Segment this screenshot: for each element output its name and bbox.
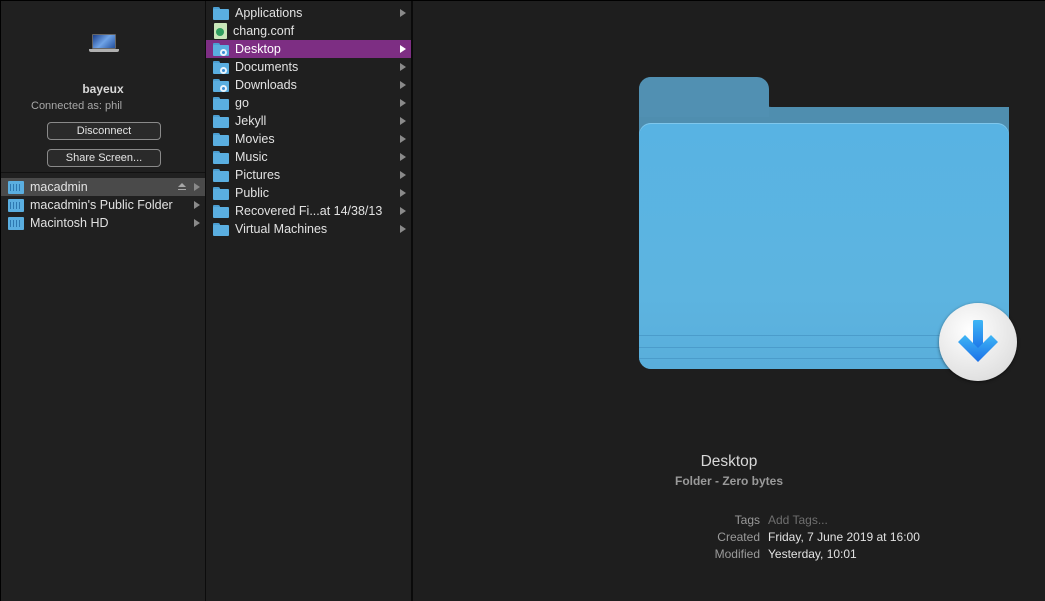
file-item-desktop[interactable]: Desktop [206, 40, 411, 58]
share-screen-button[interactable]: Share Screen... [47, 149, 161, 167]
disclosure-arrow-icon [194, 219, 200, 227]
file-item-chang-conf[interactable]: chang.conf [206, 22, 411, 40]
file-label: Recovered Fi...at 14/38/13 [235, 204, 383, 218]
disclosure-arrow-icon [400, 225, 406, 233]
laptop-icon [89, 34, 119, 54]
file-label: Music [235, 150, 268, 164]
file-label: Movies [235, 132, 275, 146]
file-item-downloads[interactable]: Downloads [206, 76, 411, 94]
volume-item-macadmin[interactable]: macadmin [1, 178, 205, 196]
disclosure-arrow-icon [400, 45, 406, 53]
disclosure-arrow-icon [400, 99, 406, 107]
conf-file-icon [214, 23, 227, 39]
volume-item-macintosh-hd[interactable]: Macintosh HD [1, 214, 205, 232]
downloads-folder-icon [213, 78, 229, 92]
folder-icon [213, 150, 229, 164]
file-label: Virtual Machines [235, 222, 328, 236]
disclosure-arrow-icon [400, 171, 406, 179]
server-name: bayeux [82, 82, 124, 96]
created-row: Created Friday, 7 June 2019 at 16:00 [683, 528, 920, 545]
file-item-documents[interactable]: Documents [206, 58, 411, 76]
column-files: Applications chang.conf Desktop Document… [205, 1, 411, 601]
volume-label: Macintosh HD [30, 216, 109, 230]
server-share-icon [8, 216, 24, 230]
disclosure-arrow-icon [400, 207, 406, 215]
folder-icon [213, 6, 229, 20]
folder-icon [213, 114, 229, 128]
download-arrow-icon [939, 303, 1017, 381]
file-label: Downloads [235, 78, 297, 92]
tags-row: Tags Add Tags... [683, 511, 920, 528]
tags-label: Tags [734, 512, 760, 527]
volume-label: macadmin [30, 180, 88, 194]
disconnect-button[interactable]: Disconnect [47, 122, 161, 140]
file-label: go [235, 96, 249, 110]
folder-icon [213, 186, 229, 200]
disclosure-arrow-icon [400, 9, 406, 17]
disclosure-arrow-icon [400, 153, 406, 161]
preview-metadata: Tags Add Tags... Created Friday, 7 June … [683, 511, 920, 562]
file-label: Desktop [235, 42, 281, 56]
disclosure-arrow-icon [400, 189, 406, 197]
volume-label: macadmin's Public Folder [30, 198, 173, 212]
disclosure-arrow-icon [400, 63, 406, 71]
folder-icon [213, 96, 229, 110]
folder-icon [213, 132, 229, 146]
desktop-folder-icon [213, 42, 229, 56]
file-label: Jekyll [235, 114, 267, 128]
disclosure-arrow-icon [400, 117, 406, 125]
created-value: Friday, 7 June 2019 at 16:00 [768, 529, 920, 544]
folder-icon [213, 168, 229, 182]
file-label: chang.conf [233, 24, 295, 38]
eject-icon[interactable] [178, 183, 186, 191]
file-item-go[interactable]: go [206, 94, 411, 112]
documents-folder-icon [213, 60, 229, 74]
disclosure-arrow-icon [400, 135, 406, 143]
server-share-icon [8, 198, 24, 212]
file-item-virtual-machines[interactable]: Virtual Machines [206, 220, 411, 238]
add-tags-field[interactable]: Add Tags... [768, 513, 828, 527]
created-label: Created [717, 529, 760, 544]
preview-pane: Desktop Folder - Zero bytes Tags Add Tag… [411, 1, 1045, 601]
preview-file-name: Desktop [700, 453, 758, 470]
file-item-jekyll[interactable]: Jekyll [206, 112, 411, 130]
file-label: Documents [235, 60, 299, 74]
modified-label: Modified [714, 546, 760, 561]
file-item-pictures[interactable]: Pictures [206, 166, 411, 184]
volume-item-public-folder[interactable]: macadmin's Public Folder [1, 196, 205, 214]
modified-row: Modified Yesterday, 10:01 [683, 545, 920, 562]
file-label: Public [235, 186, 270, 200]
desktop-folder-icon [639, 77, 1017, 381]
file-label: Applications [235, 6, 303, 20]
file-item-movies[interactable]: Movies [206, 130, 411, 148]
folder-icon [213, 222, 229, 236]
file-item-recovered-files[interactable]: Recovered Fi...at 14/38/13 [206, 202, 411, 220]
disclosure-arrow-icon [194, 183, 200, 191]
folder-icon [213, 204, 229, 218]
connected-as-label: Connected as: phil [31, 100, 123, 112]
server-info: bayeux Connected as: phil Disconnect Sha… [1, 1, 205, 173]
file-label: Pictures [235, 168, 281, 182]
finder-window: bayeux Connected as: phil Disconnect Sha… [0, 0, 1045, 601]
file-item-music[interactable]: Music [206, 148, 411, 166]
preview-file-kind: Folder - Zero bytes [674, 474, 784, 488]
file-item-applications[interactable]: Applications [206, 4, 411, 22]
server-share-icon [8, 180, 24, 194]
column-server: bayeux Connected as: phil Disconnect Sha… [0, 1, 205, 601]
disclosure-arrow-icon [194, 201, 200, 209]
file-item-public[interactable]: Public [206, 184, 411, 202]
disclosure-arrow-icon [400, 81, 406, 89]
modified-value: Yesterday, 10:01 [768, 546, 857, 561]
